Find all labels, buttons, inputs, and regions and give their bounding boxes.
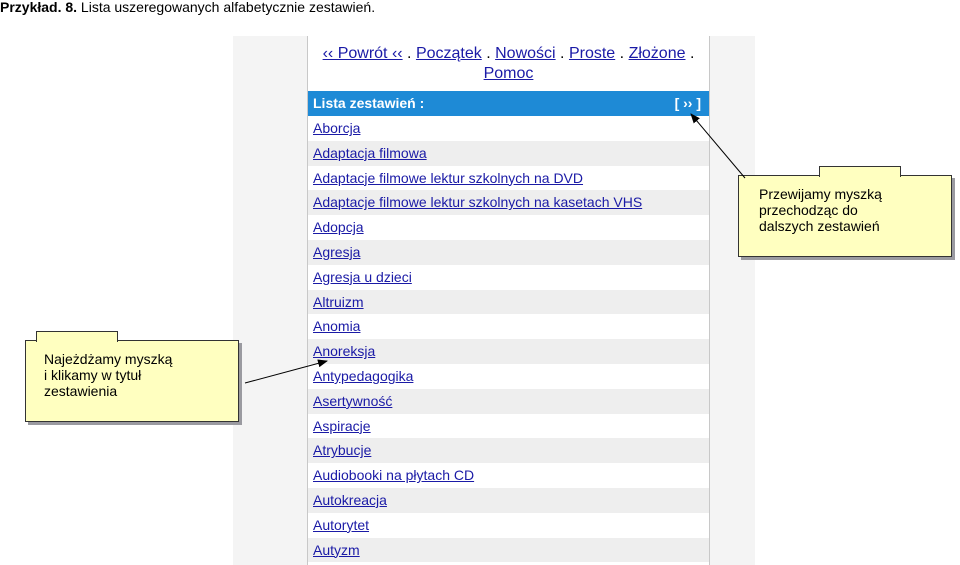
caption-text: Lista uszeregowanych alfabetycznie zesta… [77,0,376,15]
list-item-link[interactable]: Adaptacja filmowa [313,145,427,161]
list-item: Atrybucje [308,438,709,464]
list-item: Antypedagogika [308,363,709,389]
list-item-link[interactable]: Atrybucje [313,442,371,458]
list-item-link[interactable]: Anomia [313,318,360,334]
list-item-link[interactable]: Autyzm [313,542,360,558]
nav-separator: . [407,45,412,62]
left-callout-text: Najeżdżamy myszką i klikamy w tytuł zest… [44,351,173,399]
nav-news-link[interactable]: Nowości [495,45,555,62]
list-item: Autorytet [308,512,709,538]
nav-simple-link[interactable]: Proste [569,45,615,62]
list-item-link[interactable]: Antypedagogika [313,368,413,384]
list-item-link[interactable]: Asertywność [313,393,392,409]
nav-separator: . [560,45,565,62]
list-item: Autyzm [308,537,709,563]
list-item-link[interactable]: Adopcja [313,219,364,235]
list-item-link[interactable]: Anoreksja [313,343,375,359]
list-item-link[interactable]: Altruizm [313,294,364,310]
list-item: Aborcja [308,116,709,141]
list-item: Adaptacje filmowe lektur szkolnych na DV… [308,165,709,191]
left-callout-note: Najeżdżamy myszką i klikamy w tytuł zest… [25,331,239,422]
right-callout-note: Przewijamy myszką przechodząc do dalszyc… [738,166,952,257]
nav-separator: . [486,45,491,62]
right-callout-text: Przewijamy myszką przechodząc do dalszyc… [759,186,882,234]
list-item-link[interactable]: Agresja u dzieci [313,269,412,285]
next-page-link[interactable]: [ ›› ] [675,91,701,116]
list-panel: ‹‹ Powrót ‹‹ . Początek . Nowości . Pros… [307,36,710,565]
list-items: Aborcja Adaptacja filmowa Adaptacje filmow… [308,116,709,563]
nav-help-link[interactable]: Pomoc [484,65,534,82]
list-item-link[interactable]: Adaptacje filmowe lektur szkolnych na DV… [313,170,583,186]
list-item: Audiobooki na płytach CD [308,463,709,488]
note-folder-tab [36,331,118,342]
list-item: Aspiracje [308,413,709,439]
list-item: Anomia [308,314,709,340]
list-item: Adaptacja filmowa [308,140,709,166]
list-item-link[interactable]: Autokreacja [313,492,387,508]
nav-separator: . [619,45,625,62]
list-item-link[interactable]: Adaptacje filmowe lektur szkolnych na ka… [313,194,642,210]
caption-number: Przykład. 8. [0,0,78,15]
nav-back-link[interactable]: ‹‹ Powrót ‹‹ [323,45,403,62]
nav-start-link[interactable]: Początek [416,45,482,62]
nav-complex-link[interactable]: Złożone [629,45,686,62]
nav-separator: . [689,45,695,62]
list-item-link[interactable]: Aborcja [313,120,360,136]
list-item: Altruizm [308,289,709,315]
list-title: Lista zestawień : [313,95,425,111]
list-header: Lista zestawień : [ ›› ] [308,91,709,116]
list-item: Adaptacje filmowe lektur szkolnych na ka… [308,190,709,216]
list-item: Asertywność [308,388,709,414]
list-item: Adopcja [308,215,709,240]
top-navigation: ‹‹ Powrót ‹‹ . Początek . Nowości . Pros… [308,44,709,84]
list-item: Autokreacja [308,487,709,513]
list-item: Agresja u dzieci [308,264,709,290]
list-item: Anoreksja [308,339,709,364]
figure-caption: Przykład. 8. Lista uszeregowanych alfabe… [0,0,375,14]
list-item: Agresja [308,239,709,265]
note-folder-tab [819,166,901,177]
list-item-link[interactable]: Audiobooki na płytach CD [313,467,474,483]
list-item-link[interactable]: Aspiracje [313,418,371,434]
list-item-link[interactable]: Agresja [313,244,360,260]
list-item-link[interactable]: Autorytet [313,517,369,533]
